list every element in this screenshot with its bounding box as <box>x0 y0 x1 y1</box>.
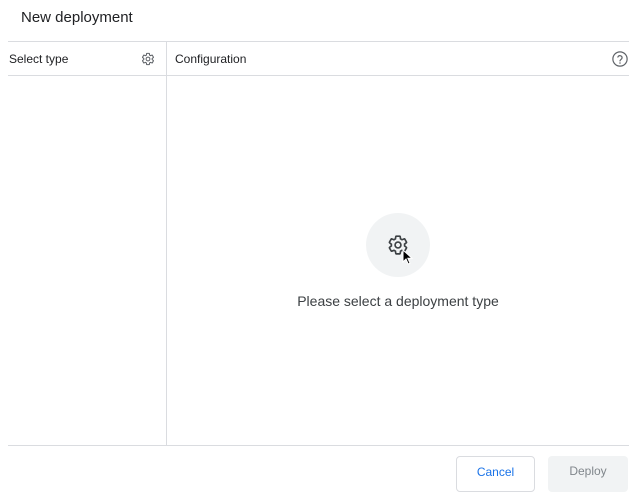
configuration-header: Configuration <box>167 42 629 76</box>
dialog-title: New deployment <box>21 9 133 26</box>
configuration-title: Configuration <box>175 51 247 66</box>
gear-icon <box>141 52 154 65</box>
select-type-title: Select type <box>9 51 69 66</box>
deploy-button[interactable]: Deploy <box>548 456 628 492</box>
cancel-button[interactable]: Cancel <box>456 456 535 492</box>
help-button[interactable] <box>611 50 629 68</box>
empty-state-message: Please select a deployment type <box>297 293 499 309</box>
help-circle-icon <box>612 50 628 67</box>
configuration-pane: Configuration Please select a deployment… <box>167 42 629 445</box>
select-type-header: Select type <box>8 42 166 76</box>
select-type-pane: Select type <box>8 42 167 445</box>
mouse-cursor-icon <box>402 249 414 265</box>
empty-state-icon-button[interactable] <box>366 213 430 277</box>
settings-button[interactable] <box>140 51 156 67</box>
empty-state: Please select a deployment type <box>167 213 629 309</box>
bottom-divider <box>8 445 629 446</box>
